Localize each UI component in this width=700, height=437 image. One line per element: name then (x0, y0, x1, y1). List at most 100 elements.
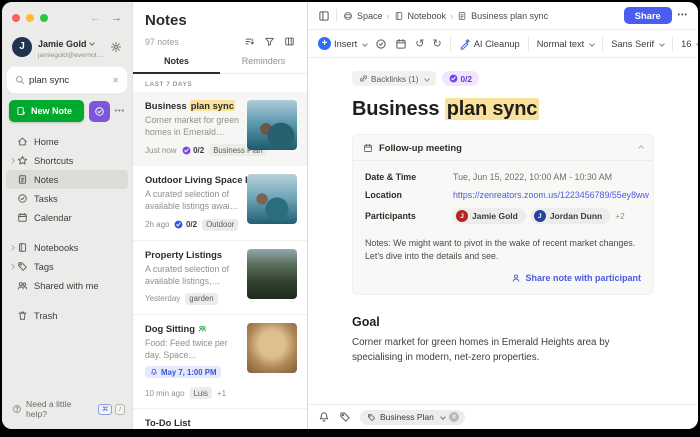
sidebar-item-shortcuts[interactable]: Shortcuts (6, 151, 128, 170)
tags-icon (17, 261, 28, 272)
participant-chip[interactable]: J Jordan Dunn (531, 208, 610, 224)
tag-chip[interactable]: Outdoor (202, 219, 238, 231)
divider (528, 37, 529, 51)
participants-more[interactable]: +2 (615, 211, 624, 221)
insert-task-icon[interactable] (375, 38, 387, 50)
sidebar-more-button[interactable]: ••• (115, 108, 125, 115)
undo-icon[interactable]: ↺ (415, 37, 424, 50)
participant-avatar: J (456, 210, 468, 222)
note-cards: Business plan syncCorner market for gree… (133, 92, 307, 429)
nav-back-icon[interactable]: ← (90, 12, 101, 24)
insert-menu[interactable]: + Insert (318, 37, 367, 50)
tasks-progress-chip[interactable]: 0/2 (442, 71, 480, 86)
sidebar-item-notes[interactable]: Notes (6, 170, 128, 189)
sidebar-item-label: Tags (34, 262, 54, 272)
goal-heading[interactable]: Goal (352, 315, 654, 329)
goal-paragraph[interactable]: Corner market for green homes in Emerald… (352, 335, 654, 365)
sidebar-item-calendar[interactable]: Calendar (6, 208, 128, 227)
sidebar-item-notebooks[interactable]: Notebooks (6, 238, 128, 257)
sort-icon[interactable] (244, 36, 255, 47)
sidebar: ← → J Jamie Gold jamiegold@evernote.com … (2, 2, 132, 429)
remove-tag-icon[interactable]: ✕ (449, 412, 459, 422)
search-box[interactable]: ✕ (9, 69, 125, 91)
font-size-select[interactable]: 16 (681, 39, 698, 49)
breadcrumb: Space › Notebook › Business plan sync (343, 11, 548, 21)
tag-chip[interactable]: garden (185, 293, 217, 305)
add-tag-icon[interactable] (339, 411, 351, 423)
insert-calendar-icon[interactable] (395, 38, 407, 50)
meeting-card-header[interactable]: Follow-up meeting (353, 135, 653, 161)
search-icon (15, 75, 25, 85)
add-reminder-icon[interactable] (318, 411, 330, 423)
layout-icon[interactable] (284, 36, 295, 47)
sidebar-item-tags[interactable]: Tags (6, 257, 128, 276)
text-style-select[interactable]: Normal text (537, 39, 595, 49)
reminder-chip[interactable]: May 7, 1:00 PM (145, 366, 221, 378)
sidebar-item-shared-with-me[interactable]: Shared with me (6, 276, 128, 295)
person-icon (511, 273, 521, 283)
close-window-button[interactable] (12, 14, 20, 22)
help-row[interactable]: Need a little help? ⌘ / (12, 399, 125, 419)
font-family-select[interactable]: Sans Serif (611, 39, 664, 49)
meeting-location-link[interactable]: https://zenreators.zoom.us/1223456789/55… (453, 190, 649, 200)
minimize-window-button[interactable] (26, 14, 34, 22)
new-task-button[interactable] (89, 101, 110, 122)
note-card-time: Yesterday (145, 294, 180, 303)
backlink-icon (359, 74, 368, 83)
gear-icon[interactable] (110, 41, 122, 53)
notebook-icon (394, 11, 404, 21)
avatar: J (12, 37, 32, 57)
tab-notes[interactable]: Notes (133, 56, 220, 74)
note-card[interactable]: Outdoor Living Space IdeasA curated sele… (133, 166, 307, 240)
sidebar-item-tasks[interactable]: Tasks (6, 189, 128, 208)
sidebar-actions: New Note ••• (9, 100, 125, 122)
sidebar-item-label: Trash (34, 311, 57, 321)
participant-chip[interactable]: J Jamie Gold (453, 208, 526, 224)
editor-footer: Business Plan ✕ (308, 404, 698, 429)
zoom-window-button[interactable] (40, 14, 48, 22)
note-title[interactable]: Business plan sync (352, 98, 654, 121)
new-note-button[interactable]: New Note (9, 100, 84, 122)
check-circle-icon (449, 74, 458, 83)
note-card[interactable]: Property ListingsA curated selection of … (133, 241, 307, 315)
tag-icon (367, 413, 376, 422)
sidebar-item-home[interactable]: Home (6, 132, 128, 151)
shortcuts-icon (17, 155, 28, 166)
divider (450, 37, 451, 51)
tab-reminders[interactable]: Reminders (220, 56, 307, 73)
search-input[interactable] (29, 75, 108, 86)
shared-icon (198, 324, 207, 333)
filter-icon[interactable] (264, 36, 275, 47)
clear-search-icon[interactable]: ✕ (112, 76, 119, 85)
chevron-up-icon[interactable] (638, 145, 644, 151)
note-card[interactable]: Dog SittingFood: Feed twice per day. Spa… (133, 315, 307, 409)
redo-icon[interactable]: ↻ (432, 37, 441, 50)
breadcrumb-space[interactable]: Space (357, 11, 383, 21)
expand-note-icon[interactable] (318, 10, 330, 22)
breadcrumb-note[interactable]: Business plan sync (471, 11, 548, 21)
meeting-notes[interactable]: Notes: We might want to pivot in the wak… (365, 237, 641, 264)
share-note-link[interactable]: Share note with participant (365, 273, 641, 283)
note-thumbnail (247, 323, 297, 373)
backlinks-chip[interactable]: Backlinks (1) (352, 71, 436, 86)
nav-forward-icon[interactable]: → (111, 12, 122, 24)
chevron-down-icon (440, 414, 446, 420)
list-tabs: Notes Reminders (133, 56, 307, 74)
note-editor-panel: Space › Notebook › Business plan sync Sh… (307, 2, 698, 429)
note-card[interactable]: To-Do ListPrep for client meeting and wa… (133, 409, 307, 429)
sidebar-item-label: Shortcuts (34, 156, 73, 166)
note-card[interactable]: Business plan syncCorner market for gree… (133, 92, 307, 166)
meeting-card: Follow-up meeting Date & Time Tue, Jun 1… (352, 134, 654, 295)
tag-chip[interactable]: Luis (190, 387, 212, 399)
search-highlight: plan sync (190, 100, 235, 111)
breadcrumb-notebook[interactable]: Notebook (408, 11, 447, 21)
note-more-button[interactable]: ••• (678, 12, 688, 19)
trash-icon (17, 310, 28, 321)
chevron-down-icon (589, 41, 595, 47)
sidebar-item-trash[interactable]: Trash (6, 306, 128, 325)
account-switcher[interactable]: J Jamie Gold jamiegold@evernote.com (2, 34, 132, 59)
more-tags[interactable]: +1 (217, 389, 226, 398)
share-button[interactable]: Share (624, 7, 672, 24)
ai-cleanup-button[interactable]: AI Cleanup (459, 38, 520, 50)
note-tag-chip[interactable]: Business Plan ✕ (360, 410, 465, 425)
